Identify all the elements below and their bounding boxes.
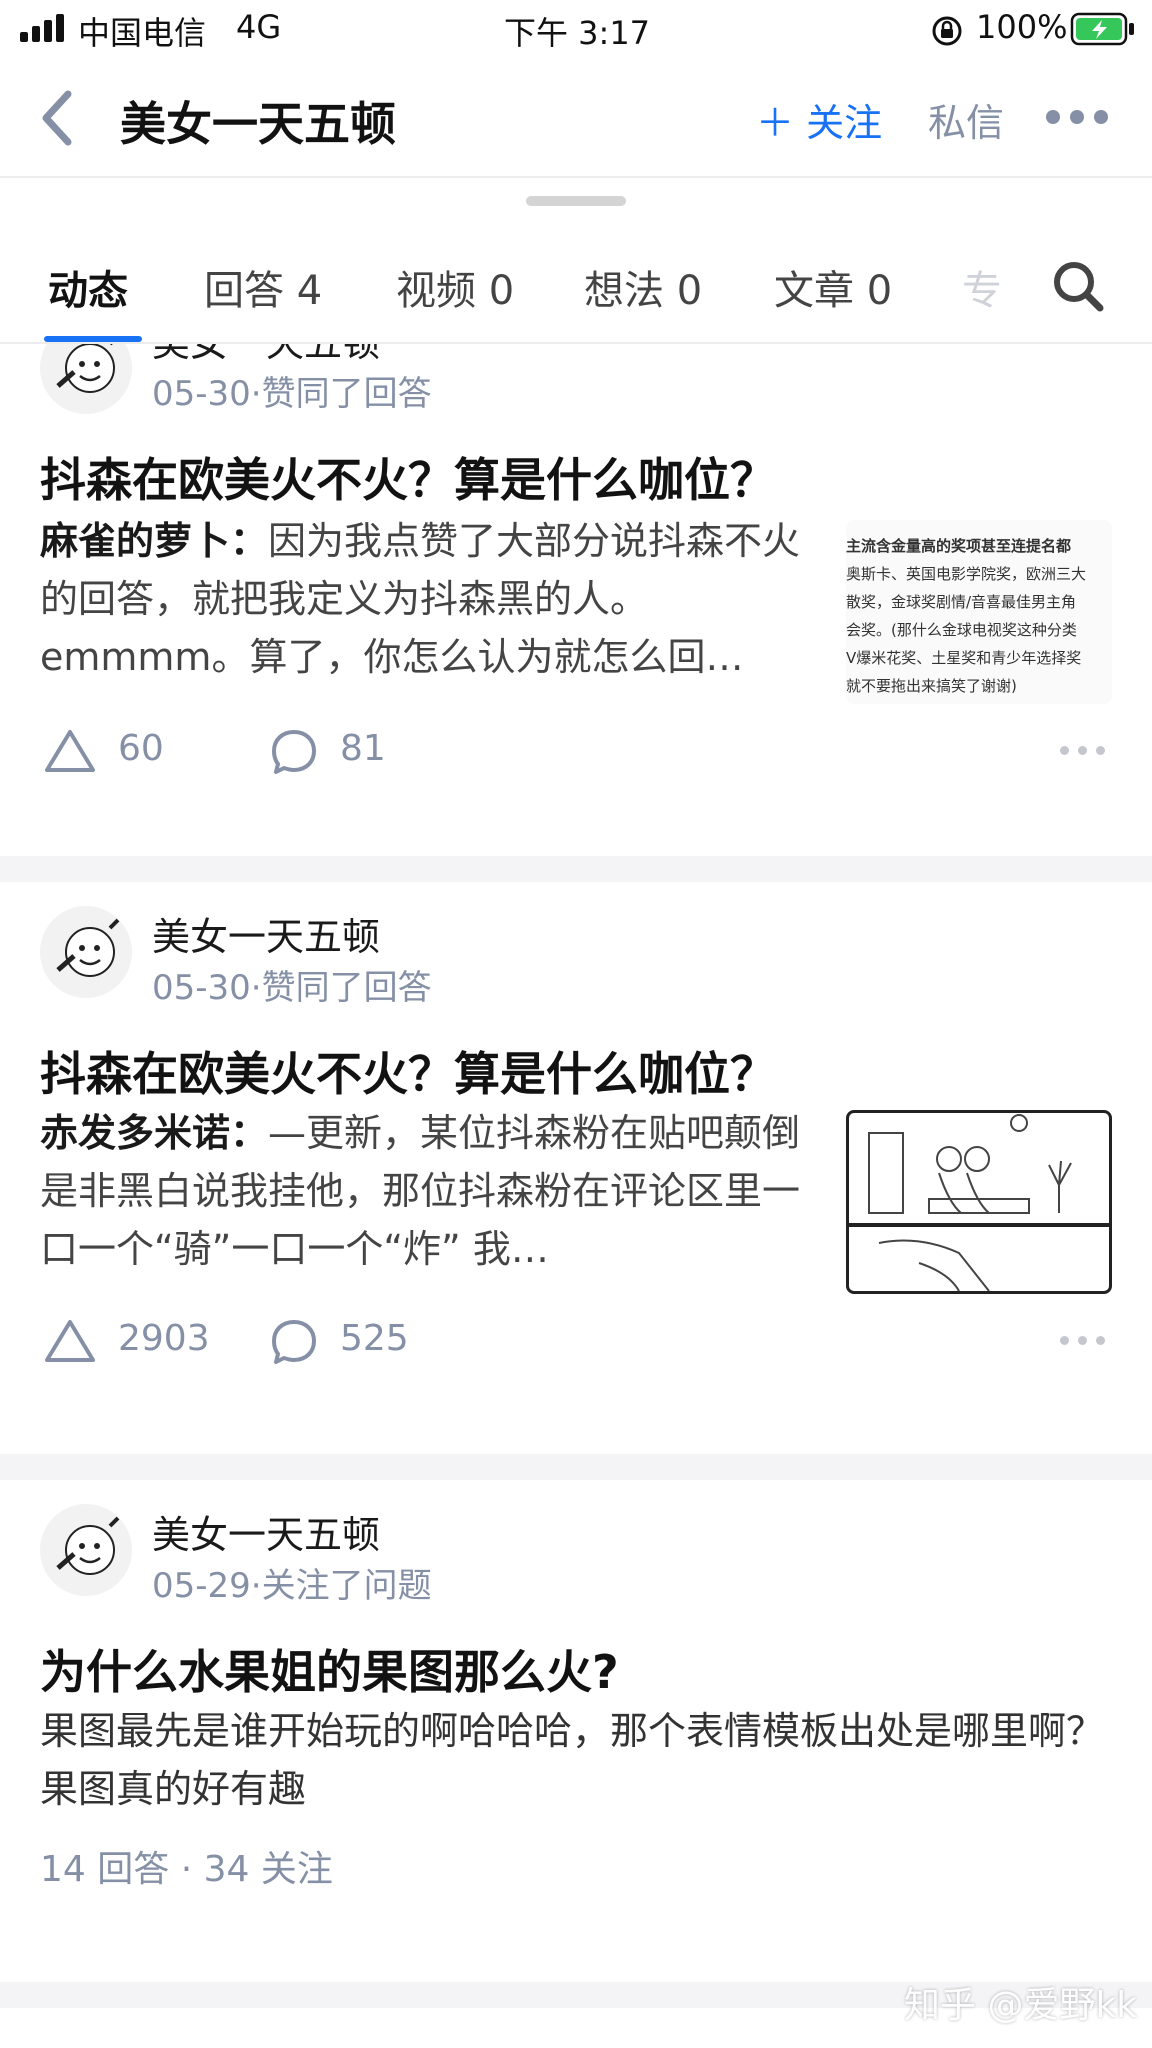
activity-feed: 美女一天五顿 05-30·赞同了回答 抖森在欧美火不火？算是什么咖位？ 麻雀的萝…: [0, 342, 1152, 2048]
search-icon[interactable]: [1050, 258, 1106, 314]
card-actions: 60 81: [0, 722, 1152, 778]
meme-face-icon: [56, 918, 120, 977]
profile-name-title: 美女一天五顿: [120, 97, 396, 151]
excerpt-author: 麻雀的萝卜：: [40, 519, 269, 563]
watermark: 知乎 @爱野kk: [904, 1985, 1138, 2026]
tab-thoughts[interactable]: 想法 0: [584, 258, 702, 316]
rotation-lock-icon: [932, 16, 962, 46]
private-message-button[interactable]: 私信: [928, 92, 1004, 147]
tab-answers[interactable]: 回答 4: [204, 258, 322, 316]
carrier-label: 中国电信: [78, 14, 207, 52]
signal-icon: [20, 14, 68, 42]
meme-face-icon: [56, 342, 115, 393]
card-actions: 2903 525: [0, 1312, 1152, 1368]
comment-count: 525: [340, 1318, 409, 1359]
activity-meta: 05-30·赞同了回答: [152, 968, 432, 1008]
meme-face-icon: [56, 1516, 120, 1575]
answer-excerpt[interactable]: 麻雀的萝卜：因为我点赞了大部分说抖森不火的回答，就把我定义为抖森黑的人。emmm…: [40, 512, 810, 686]
author-name[interactable]: 美女一天五顿: [152, 342, 380, 367]
comic-sketch-image: [849, 1114, 1109, 1291]
answer-thumbnail[interactable]: 主流含金量高的奖项甚至连提名都 奥斯卡、英国电影学院奖，欧洲三大 散奖，金球奖剧…: [846, 520, 1112, 704]
card-more-icon[interactable]: [1060, 1336, 1106, 1346]
upvote-icon[interactable]: [44, 1318, 96, 1364]
answer-thumbnail[interactable]: [846, 1110, 1112, 1294]
tab-columns[interactable]: 专: [962, 258, 1002, 316]
upvote-icon[interactable]: [44, 728, 96, 774]
answer-excerpt[interactable]: 赤发多米诺：—更新，某位抖森粉在贴吧颠倒是非黑白说我挂他，那位抖森粉在评论区里一…: [40, 1104, 810, 1278]
status-bar: 中国电信 4G 下午 3:17 100%: [0, 0, 1152, 60]
comment-count: 81: [340, 728, 386, 769]
activity-meta: 05-30·赞同了回答: [152, 374, 432, 414]
top-nav-bar: 美女一天五顿 ＋ 关注 私信: [0, 60, 1152, 178]
excerpt-author: 赤发多米诺：: [40, 1111, 269, 1155]
tab-activity[interactable]: 动态: [48, 258, 128, 316]
avatar[interactable]: [40, 342, 132, 414]
question-title[interactable]: 为什么水果姐的果图那么火?: [40, 1636, 619, 1702]
active-tab-indicator: [44, 336, 142, 342]
author-name[interactable]: 美女一天五顿: [152, 906, 380, 961]
question-title[interactable]: 抖森在欧美火不火？算是什么咖位？: [40, 444, 776, 510]
avatar[interactable]: [40, 1504, 132, 1596]
section-divider: [0, 856, 1152, 882]
question-title[interactable]: 抖森在欧美火不火？算是什么咖位？: [40, 1038, 776, 1104]
activity-meta: 05-29·关注了问题: [152, 1566, 432, 1606]
thumbnail-text: 主流含金量高的奖项甚至连提名都 奥斯卡、英国电影学院奖，欧洲三大 散奖，金球奖剧…: [846, 537, 1087, 695]
feed-card[interactable]: 美女一天五顿 05-30·赞同了回答 抖森在欧美火不火？算是什么咖位？ 赤发多米…: [0, 882, 1152, 1428]
tab-videos[interactable]: 视频 0: [396, 258, 514, 316]
battery-percent: 100%: [976, 8, 1068, 46]
tab-articles[interactable]: 文章 0: [774, 258, 892, 316]
more-options-icon[interactable]: [1046, 110, 1110, 126]
avatar[interactable]: [40, 906, 132, 998]
author-name[interactable]: 美女一天五顿: [152, 1504, 380, 1559]
card-more-icon[interactable]: [1060, 746, 1106, 756]
question-stats: 14 回答 · 34 关注: [40, 1849, 333, 1890]
feed-card[interactable]: 美女一天五顿 05-29·关注了问题 为什么水果姐的果图那么火? 果图最先是谁开…: [0, 1480, 1152, 2016]
battery-icon: [1070, 12, 1134, 46]
back-arrow-icon[interactable]: [38, 88, 78, 148]
drag-handle[interactable]: [526, 196, 626, 206]
feed-card[interactable]: 美女一天五顿 05-30·赞同了回答 抖森在欧美火不火？算是什么咖位？ 麻雀的萝…: [0, 342, 1152, 864]
upvote-count: 2903: [118, 1318, 210, 1359]
follow-button[interactable]: ＋ 关注: [756, 92, 882, 147]
network-label: 4G: [236, 8, 282, 46]
question-excerpt[interactable]: 果图最先是谁开始玩的啊哈哈哈，那个表情模板出处是哪里啊？果图真的好有趣: [40, 1702, 1120, 1818]
comment-icon[interactable]: [270, 1318, 318, 1366]
comment-icon[interactable]: [270, 728, 318, 776]
upvote-count: 60: [118, 728, 164, 769]
profile-tabs: 动态 回答 4 视频 0 想法 0 文章 0 专: [0, 230, 1152, 344]
clock: 下午 3:17: [504, 14, 651, 52]
section-divider: [0, 1454, 1152, 1480]
